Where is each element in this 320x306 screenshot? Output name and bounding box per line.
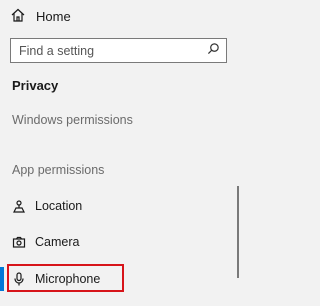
search-input[interactable] — [19, 43, 207, 58]
group-header-windows-permissions: Windows permissions — [12, 113, 133, 127]
section-title: Privacy — [12, 78, 59, 93]
home-label: Home — [36, 8, 71, 24]
sidebar-item-label: Microphone — [35, 272, 101, 286]
camera-icon — [12, 235, 26, 249]
sidebar-item-label: Location — [35, 199, 83, 213]
home-icon — [10, 7, 26, 26]
search-icon[interactable] — [207, 42, 220, 60]
sidebar-item-label: Camera — [35, 235, 80, 249]
search-box[interactable] — [10, 38, 227, 63]
sidebar-item-microphone[interactable]: Microphone — [0, 267, 236, 291]
home-nav-item[interactable]: Home — [10, 4, 71, 28]
group-header-app-permissions: App permissions — [12, 163, 105, 177]
microphone-icon — [12, 272, 26, 286]
sidebar-item-camera[interactable]: Camera — [0, 230, 236, 254]
sidebar-item-location[interactable]: Location — [0, 194, 236, 218]
settings-sidebar: Home Privacy Windows permissions App per… — [0, 0, 243, 306]
location-icon — [12, 199, 26, 213]
scrollbar[interactable] — [237, 186, 239, 278]
